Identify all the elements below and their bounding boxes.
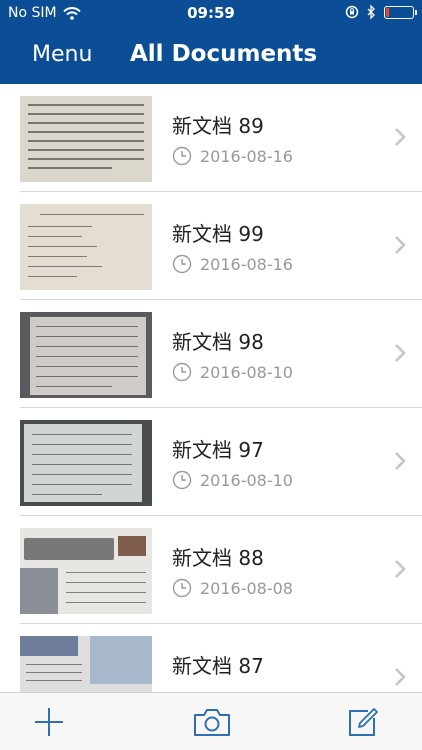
status-indicators bbox=[345, 5, 417, 19]
rotation-lock-icon bbox=[345, 5, 359, 19]
document-row[interactable]: 新文档 89 2016-08-16 bbox=[20, 84, 422, 192]
chevron-right-icon bbox=[395, 344, 406, 362]
document-title: 新文档 88 bbox=[172, 546, 264, 570]
document-row[interactable]: 新文档 87 bbox=[20, 624, 422, 692]
document-date: 2016-08-16 bbox=[172, 146, 293, 166]
document-title: 新文档 89 bbox=[172, 114, 264, 138]
clock-icon bbox=[172, 254, 192, 274]
date-label: 2016-08-10 bbox=[200, 362, 293, 382]
clock-icon bbox=[172, 362, 192, 382]
document-title: 新文档 98 bbox=[172, 330, 264, 354]
clock-icon bbox=[172, 578, 192, 598]
document-list: 新文档 89 2016-08-16 新文档 99 2016-08-16 新文档 … bbox=[0, 84, 422, 692]
chevron-right-icon bbox=[395, 236, 406, 254]
chevron-right-icon bbox=[395, 668, 406, 686]
chevron-right-icon bbox=[395, 560, 406, 578]
header: No SIM 09:59 Menu All Documents bbox=[0, 0, 422, 84]
clock-icon bbox=[172, 146, 192, 166]
document-thumbnail bbox=[20, 528, 152, 614]
document-title: 新文档 99 bbox=[172, 222, 264, 246]
bottom-toolbar bbox=[0, 692, 422, 750]
plus-icon[interactable] bbox=[32, 706, 66, 738]
bluetooth-icon bbox=[367, 5, 375, 19]
document-row[interactable]: 新文档 98 2016-08-10 bbox=[20, 300, 422, 408]
document-thumbnail bbox=[20, 420, 152, 506]
page-title: All Documents bbox=[130, 41, 318, 67]
document-row[interactable]: 新文档 99 2016-08-16 bbox=[20, 192, 422, 300]
compose-icon[interactable] bbox=[346, 706, 380, 738]
chevron-right-icon bbox=[395, 128, 406, 146]
document-date: 2016-08-10 bbox=[172, 470, 293, 490]
document-date: 2016-08-10 bbox=[172, 362, 293, 382]
document-row[interactable]: 新文档 88 2016-08-08 bbox=[20, 516, 422, 624]
nav-bar: Menu All Documents bbox=[0, 28, 422, 84]
date-label: 2016-08-16 bbox=[200, 254, 293, 274]
document-row[interactable]: 新文档 97 2016-08-10 bbox=[20, 408, 422, 516]
date-label: 2016-08-16 bbox=[200, 146, 293, 166]
chevron-right-icon bbox=[395, 452, 406, 470]
document-date: 2016-08-08 bbox=[172, 578, 293, 598]
document-date: 2016-08-16 bbox=[172, 254, 293, 274]
status-bar: No SIM 09:59 bbox=[0, 0, 422, 28]
document-thumbnail bbox=[20, 204, 152, 290]
document-thumbnail bbox=[20, 636, 152, 692]
document-thumbnail bbox=[20, 96, 152, 182]
battery-level bbox=[386, 7, 389, 17]
document-title: 新文档 97 bbox=[172, 438, 264, 462]
date-label: 2016-08-08 bbox=[200, 578, 293, 598]
date-label: 2016-08-10 bbox=[200, 470, 293, 490]
menu-button[interactable]: Menu bbox=[32, 42, 92, 67]
camera-icon[interactable] bbox=[192, 706, 232, 738]
clock-icon bbox=[172, 470, 192, 490]
document-thumbnail bbox=[20, 312, 152, 398]
battery-icon bbox=[384, 5, 417, 19]
document-title: 新文档 87 bbox=[172, 654, 264, 678]
